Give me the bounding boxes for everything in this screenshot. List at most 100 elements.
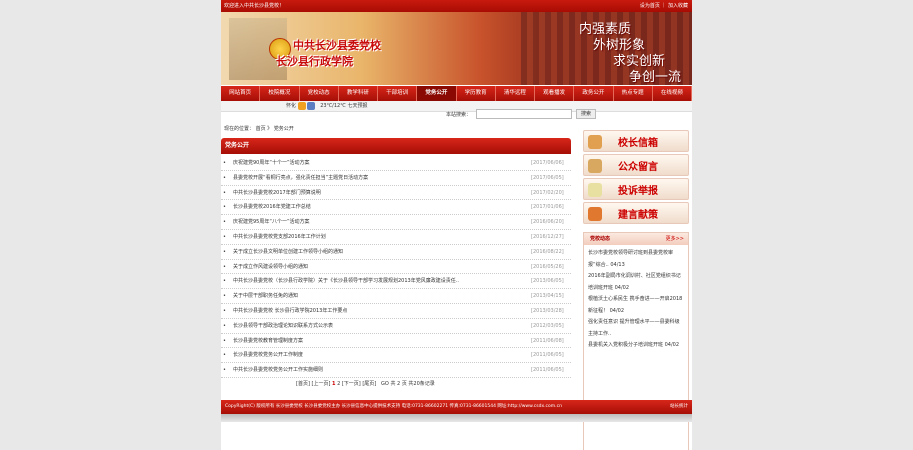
list-item-title[interactable]: 中共长沙县委党校2017年部门预算说明	[233, 186, 321, 200]
bullet-icon: •	[223, 322, 226, 329]
list-item-title[interactable]: 县委党校开展“看桐行亮点，强化责任担当”主题党日活动方案	[233, 171, 368, 185]
list-item-date: [2016/08/22]	[531, 248, 564, 255]
footer-copyright: CopyRight(C) 版权所有 长沙县委党校 长沙县委党校主办 长沙县信息中…	[225, 404, 562, 409]
list-item-title[interactable]: 长沙县委党校2016年党建工作总结	[233, 200, 311, 214]
list-item[interactable]: • 中共长沙县委党校党务公开工作实施细则 [2011/06/05]	[221, 363, 571, 378]
list-item-title[interactable]: 关于成立作风建设领导小组的通知	[233, 260, 308, 274]
nav-item[interactable]: 网站首页	[221, 86, 261, 101]
banner-subtitle: 长沙县行政学院	[276, 55, 353, 68]
list-item-title[interactable]: 关于成立长沙县文明单位创建工作领导小组的通知	[233, 245, 343, 259]
list-item-date: [2017/01/06]	[531, 204, 564, 211]
pen-icon	[588, 207, 602, 221]
pager-summary: 共 2 页 共20条记录	[390, 381, 435, 387]
list-item[interactable]: • 关于中层干部职务任免的通知 [2013/04/15]	[221, 289, 571, 304]
principal-mailbox-button[interactable]: 校长信箱	[583, 130, 689, 152]
list-item-title[interactable]: 中共长沙县委党校 长沙县行政学院2013年工作要点	[233, 304, 347, 318]
pager-prev[interactable]: [上一页]	[312, 381, 331, 387]
list-item[interactable]: • 长沙县领导干部政治理论知识联系方式公示表 [2012/03/05]	[221, 319, 571, 334]
banner-title: 中共长沙县委党校	[293, 39, 381, 52]
news-item[interactable]: 县委机关入党积极分子培训班开班 04/02	[588, 340, 684, 352]
nav-item[interactable]: 热点专题	[614, 86, 653, 101]
bullet-icon: •	[223, 189, 226, 196]
nav-item[interactable]: 政务公开	[574, 86, 614, 101]
news-item[interactable]: 根植沃土心系民生 携手奋进——开启2018新征程！ 04/02	[588, 294, 684, 317]
list-item-date: [2017/06/06]	[531, 160, 564, 166]
search-label: 本站搜索：	[446, 112, 472, 118]
list-item[interactable]: • 县委党校开展“看桐行亮点，强化责任担当”主题党日活动方案 [2017/06/05…	[221, 171, 571, 186]
pager-page-2[interactable]: 2	[337, 381, 340, 387]
list-item[interactable]: • 关于成立长沙县文明单位创建工作领导小组的通知 [2016/08/22]	[221, 245, 571, 260]
list-item[interactable]: • 长沙县委党校2016年党建工作总结 [2017/01/06]	[221, 200, 571, 216]
search-button[interactable]: 搜索	[576, 109, 596, 119]
list-item-title[interactable]: 庆祝建党90周年“十个一”活动方案	[233, 156, 310, 170]
nav-item[interactable]: 校院概况	[260, 86, 300, 101]
list-item-date: [2013/04/15]	[531, 293, 564, 300]
list-item-title[interactable]: 长沙县委党校党务公开工作制度	[233, 348, 303, 362]
slogan-4: 争创一流	[629, 70, 682, 85]
pager-page-1[interactable]: 1	[332, 381, 335, 387]
banner: 中共长沙县委党校 长沙县行政学院 内强素质 外树形象 求实创新 争创一流	[221, 12, 692, 85]
breadcrumb: 现在的位置： 首页 》 党务公开	[224, 126, 294, 132]
list-item[interactable]: • 长沙县委党校党务公开工作制度 [2011/06/05]	[221, 348, 571, 364]
list-item-title[interactable]: 庆祝建党95周年“八个一”活动方案	[233, 215, 310, 229]
nav-item[interactable]: 教学科研	[339, 86, 378, 101]
footer-stats-link[interactable]: 站长统计	[670, 400, 688, 414]
mail-icon	[588, 135, 602, 149]
list-title: 党务公开	[221, 138, 571, 154]
nav-item-active[interactable]: 党务公开	[417, 86, 457, 101]
pager-next[interactable]: [下一页]	[342, 381, 361, 387]
bullet-icon: •	[223, 263, 226, 270]
list-item[interactable]: • 长沙县委党校教育管理制度方案 [2011/06/08]	[221, 334, 571, 349]
bulb-icon	[588, 183, 602, 197]
footer-shadow	[221, 414, 692, 422]
list-item[interactable]: • 庆祝建党95周年“八个一”活动方案 [2016/06/20]	[221, 215, 571, 230]
nav-item[interactable]: 清华远程	[496, 86, 535, 101]
bullet-icon: •	[223, 204, 226, 211]
news-more-link[interactable]: 更多>>	[666, 233, 684, 245]
public-message-button[interactable]: 公众留言	[583, 154, 689, 176]
list-item-title[interactable]: 中共长沙县委党校党务公开工作实施细则	[233, 363, 323, 377]
news-item[interactable]: 长沙市委党校领导研讨班到县委党校审报“综合.. 04/13	[588, 248, 684, 271]
page-container: 欢迎进入中共长沙县党校！ 设为首页 ｜ 加入收藏 中共长沙县委党校 长沙县行政学…	[221, 0, 692, 450]
nav-item[interactable]: 干部培训	[378, 86, 418, 101]
complaint-button[interactable]: 投诉举报	[583, 178, 689, 200]
list-item-title[interactable]: 长沙县领导干部政治理论知识联系方式公示表	[233, 319, 333, 333]
list-item-title[interactable]: 中共长沙县委党校（长沙县行政学院）关于《长沙县领导干部学习发展规划2013年党风…	[233, 274, 459, 288]
list-item-title[interactable]: 长沙县委党校教育管理制度方案	[233, 334, 303, 348]
bullet-icon: •	[223, 248, 226, 255]
list-item-date: [2011/06/08]	[531, 337, 564, 344]
list-item-date: [2016/12/27]	[531, 234, 564, 240]
pager-go[interactable]: GO	[381, 381, 389, 387]
top-bar: 欢迎进入中共长沙县党校！ 设为首页 ｜ 加入收藏	[221, 0, 692, 12]
nav-item[interactable]: 观看播发	[535, 86, 575, 101]
news-title: 党校动态	[590, 236, 611, 242]
article-list: 党务公开 • 庆祝建党90周年“十个一”活动方案 [2017/06/06] • 县委党校…	[221, 138, 571, 388]
top-links[interactable]: 设为首页 ｜ 加入收藏	[640, 0, 688, 12]
pager-last[interactable]: [尾页]	[362, 381, 376, 387]
list-item[interactable]: • 中共长沙县委党校2017年部门预算说明 [2017/02/20]	[221, 186, 571, 201]
news-item[interactable]: 2016年副局市化调训村、社区党组织书记培训班开班 04/02	[588, 271, 684, 294]
bullet-icon: •	[223, 278, 226, 285]
list-item[interactable]: • 关于成立作风建设领导小组的通知 [2016/05/26]	[221, 260, 571, 275]
nav-item[interactable]: 党校动态	[300, 86, 339, 101]
news-item[interactable]: 强化责任意识 提升管理水平——县委科级主持工作..	[588, 317, 684, 340]
list-item-title[interactable]: 中共长沙县委党校党支部2016年工作计划	[233, 230, 326, 244]
search-area: 本站搜索： 搜索	[221, 108, 692, 121]
main-nav: 网站首页 校院概况 党校动态 教学科研 干部培训 党务公开 学历教育 清华远程 …	[221, 86, 692, 101]
suggestion-button[interactable]: 建言献策	[583, 202, 689, 224]
search-input[interactable]	[476, 109, 572, 119]
list-item[interactable]: • 中共长沙县委党校党支部2016年工作计划 [2016/12/27]	[221, 230, 571, 245]
bullet-icon: •	[223, 308, 226, 314]
list-item[interactable]: • 中共长沙县委党校 长沙县行政学院2013年工作要点 [2013/03/28]	[221, 304, 571, 319]
nav-item[interactable]: 在线视频	[653, 86, 692, 101]
list-item[interactable]: • 庆祝建党90周年“十个一”活动方案 [2017/06/06]	[221, 156, 571, 171]
nav-item[interactable]: 学历教育	[457, 86, 496, 101]
bullet-icon: •	[223, 234, 226, 240]
bullet-icon: •	[223, 352, 226, 359]
list-item-date: [2011/06/05]	[531, 352, 564, 359]
list-item-date: [2011/06/05]	[531, 367, 564, 374]
list-item-title[interactable]: 关于中层干部职务任免的通知	[233, 289, 298, 303]
list-item-date: [2013/06/05]	[531, 278, 564, 285]
pager-first[interactable]: [首页]	[296, 381, 310, 387]
list-item[interactable]: • 中共长沙县委党校（长沙县行政学院）关于《长沙县领导干部学习发展规划2013年党…	[221, 274, 571, 290]
